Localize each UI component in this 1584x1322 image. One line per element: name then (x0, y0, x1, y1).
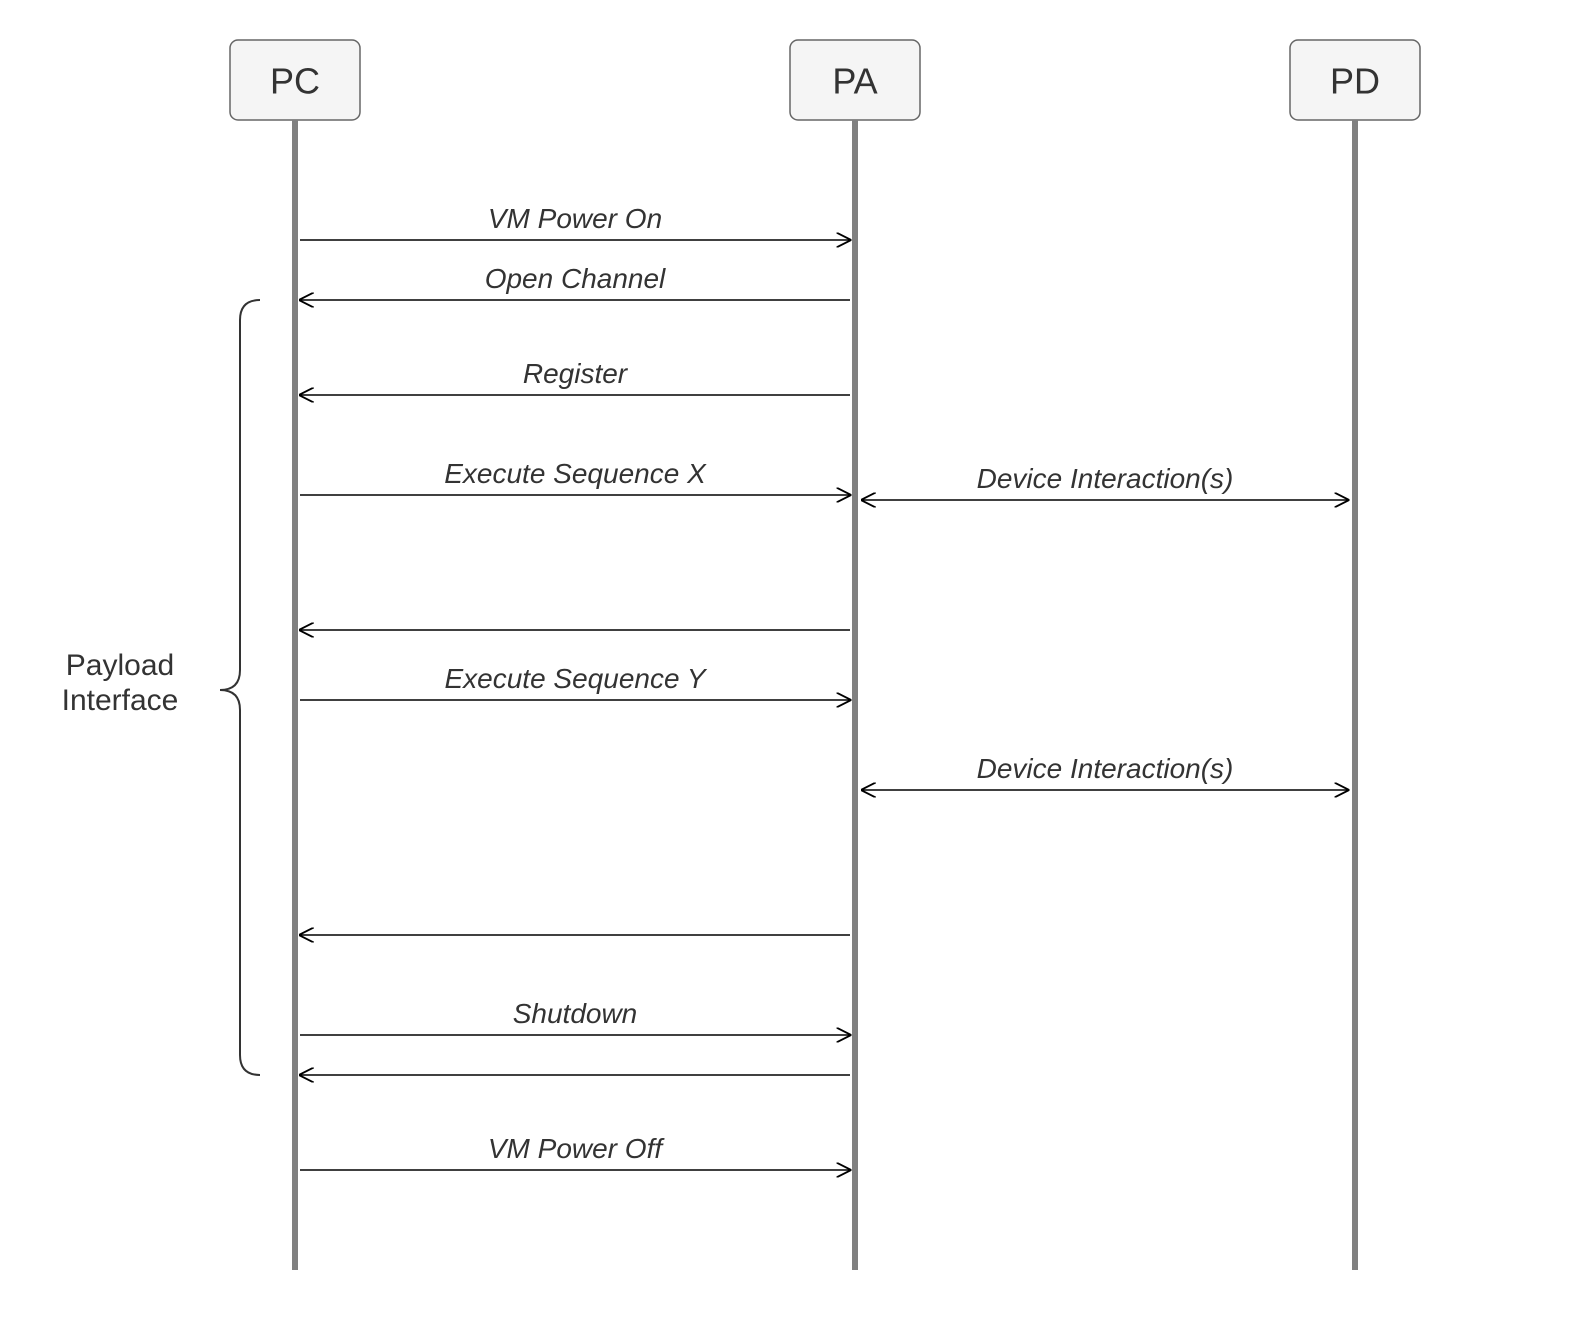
actor-pd: PD (1290, 40, 1420, 1270)
message-label: Shutdown (513, 998, 638, 1029)
actor-pd-label: PD (1330, 61, 1380, 102)
brace-label-line1: Payload (66, 649, 174, 682)
message-open-channel: Open Channel (300, 263, 850, 300)
message-label: Device Interaction(s) (977, 753, 1234, 784)
message-device-interaction-1: Device Interaction(s) (862, 463, 1348, 500)
message-vm-power-off: VM Power Off (300, 1133, 850, 1170)
message-label: Register (523, 358, 629, 389)
sequence-diagram: PC PA PD VM Power On Open Channel Regist… (0, 0, 1584, 1322)
message-label: VM Power Off (488, 1133, 665, 1164)
actor-pa-label: PA (832, 61, 877, 102)
payload-interface-brace: Payload Interface (62, 300, 260, 1075)
message-execute-x: Execute Sequence X (300, 458, 850, 495)
actor-pc-label: PC (270, 61, 320, 102)
message-label: Device Interaction(s) (977, 463, 1234, 494)
message-label: VM Power On (488, 203, 662, 234)
message-device-interaction-2: Device Interaction(s) (862, 753, 1348, 790)
message-register: Register (300, 358, 850, 395)
message-execute-y: Execute Sequence Y (300, 663, 850, 700)
brace-label-line2: Interface (62, 684, 179, 717)
message-label: Execute Sequence Y (444, 663, 707, 694)
message-label: Open Channel (485, 263, 666, 294)
message-label: Execute Sequence X (444, 458, 707, 489)
actor-pc: PC (230, 40, 360, 1270)
message-vm-power-on: VM Power On (300, 203, 850, 240)
actor-pa: PA (790, 40, 920, 1270)
message-shutdown: Shutdown (300, 998, 850, 1035)
